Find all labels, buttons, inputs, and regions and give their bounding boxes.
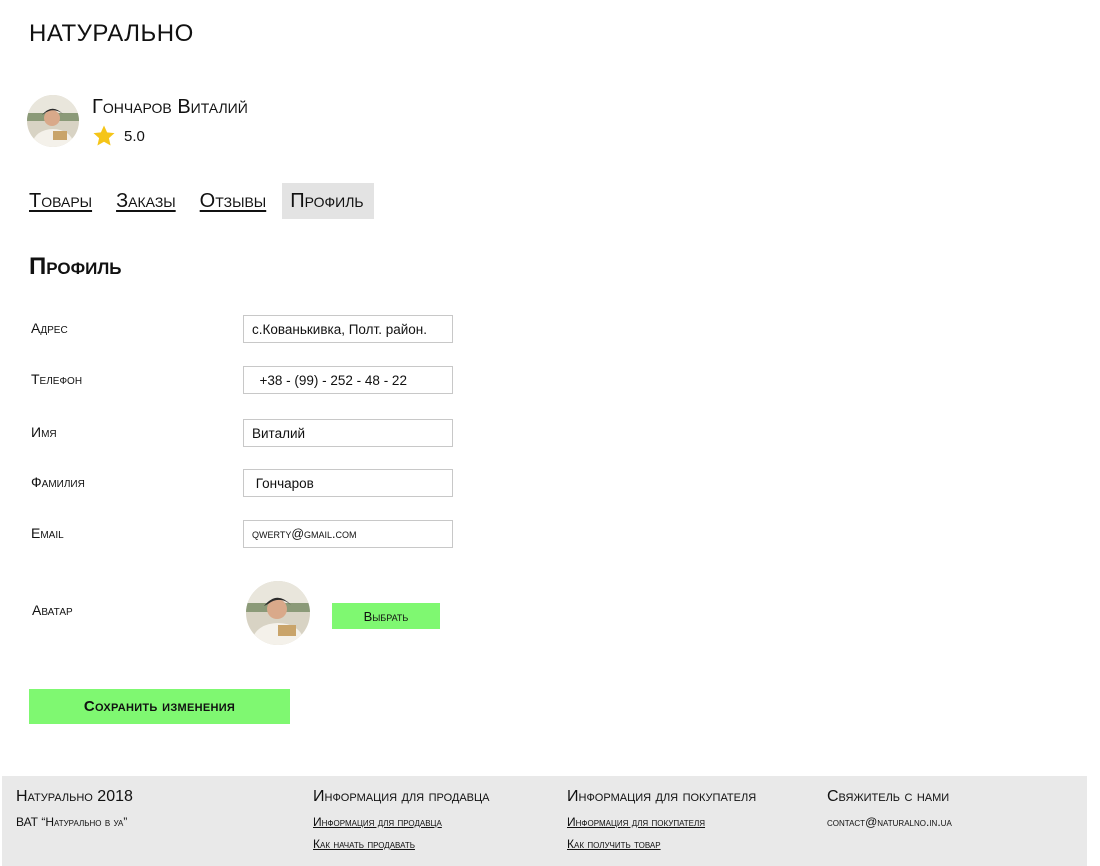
email-label: Email — [31, 525, 64, 541]
footer-brand-title: Натурально 2018 — [16, 788, 133, 805]
phone-label: Телефон — [31, 371, 83, 387]
footer-buyer-title: Информация для покупателя — [567, 788, 757, 805]
footer-seller-title: Информация для продавца — [313, 788, 490, 805]
avatar-preview-image — [246, 581, 310, 645]
footer-contact: Свяжитель с нами contact@naturalno.in.ua — [827, 788, 952, 829]
last-name-input[interactable] — [243, 469, 453, 497]
footer-seller-info: Информация для продавца Информация для п… — [313, 788, 489, 851]
page-title: Профиль — [29, 253, 122, 280]
footer-link-seller-info[interactable]: Информация для продавца — [313, 815, 489, 829]
profile-tabs: Товары Заказы Отзывы Профиль — [29, 183, 398, 219]
seller-avatar — [27, 95, 79, 147]
last-name-label: Фамилия — [31, 474, 85, 490]
star-icon — [93, 125, 115, 146]
footer: Натурально 2018 ВАТ “Натурально в уа” Ин… — [2, 776, 1087, 866]
footer-link-how-to-sell[interactable]: Как начать продавать — [313, 837, 489, 851]
tab-products[interactable]: Товары — [29, 183, 92, 219]
choose-avatar-button[interactable]: Выбрать — [332, 603, 440, 629]
footer-contact-title: Свяжитель с нами — [827, 788, 950, 805]
site-logo[interactable]: НАТУРАЛЬНО — [29, 20, 194, 48]
avatar-label: Аватар — [32, 602, 73, 618]
email-input[interactable] — [243, 520, 453, 548]
footer-link-how-to-receive[interactable]: Как получить товар — [567, 837, 756, 851]
footer-brand: Натурально 2018 ВАТ “Натурально в уа” — [16, 788, 133, 829]
seller-header: Гончаров Виталий 5.0 — [27, 95, 248, 148]
seller-rating: 5.0 — [92, 124, 248, 148]
seller-avatar-image — [27, 95, 79, 147]
phone-input[interactable] — [243, 366, 453, 394]
tab-profile[interactable]: Профиль — [282, 183, 374, 219]
first-name-label: Имя — [31, 424, 57, 440]
rating-value: 5.0 — [124, 127, 145, 145]
seller-name: Гончаров Виталий — [92, 96, 248, 118]
first-name-input[interactable] — [243, 419, 453, 447]
address-label: Адрес — [31, 320, 68, 336]
save-button[interactable]: Сохранить изменения — [29, 689, 290, 724]
avatar-preview — [246, 581, 310, 645]
footer-contact-email[interactable]: contact@naturalno.in.ua — [827, 815, 952, 829]
tab-reviews[interactable]: Отзывы — [200, 183, 267, 219]
tab-orders[interactable]: Заказы — [116, 183, 176, 219]
footer-brand-subtitle: ВАТ “Натурально в уа” — [16, 815, 128, 829]
footer-buyer-info: Информация для покупателя Информация для… — [567, 788, 756, 851]
address-input[interactable] — [243, 315, 453, 343]
footer-link-buyer-info[interactable]: Информация для покупателя — [567, 815, 756, 829]
